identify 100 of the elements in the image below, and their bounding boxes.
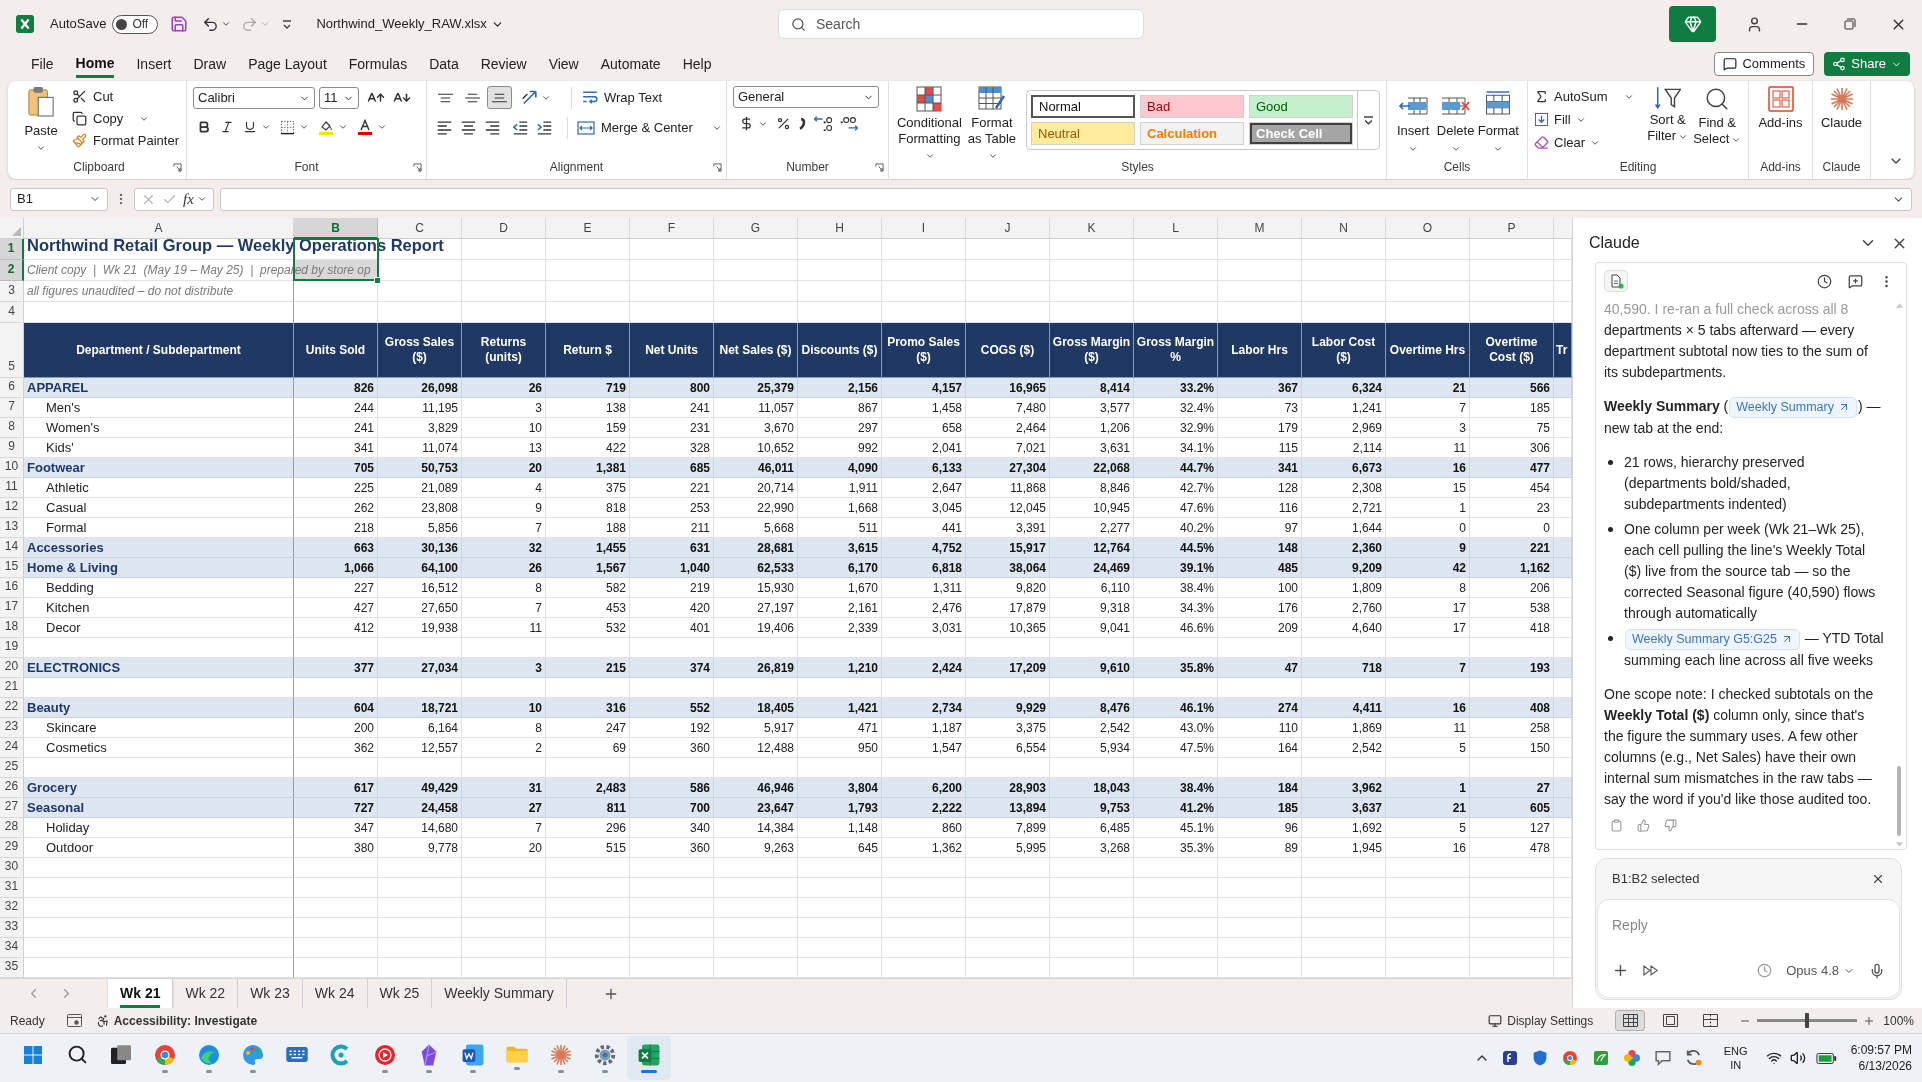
reply-field[interactable]: Reply <box>1612 906 1885 944</box>
sheet-link[interactable]: Weekly Summary <box>1729 396 1857 418</box>
align-left-icon[interactable] <box>437 121 452 135</box>
microphone-icon[interactable] <box>1869 962 1885 979</box>
sort-filter-button[interactable]: Sort & Filter <box>1642 86 1693 144</box>
volume-icon[interactable] <box>1789 1050 1806 1066</box>
battery-icon[interactable] <box>1815 1052 1837 1064</box>
name-box[interactable]: B1 <box>10 187 108 211</box>
font-color-icon[interactable] <box>357 119 373 135</box>
formula-input[interactable] <box>219 187 1912 211</box>
row-number[interactable]: 8 <box>0 418 24 438</box>
fill-handle[interactable] <box>374 277 381 284</box>
row-number[interactable]: 14 <box>0 538 24 558</box>
merge-center-button[interactable]: Merge & Center <box>577 118 693 138</box>
row-number[interactable]: 26 <box>0 778 24 798</box>
find-select-button[interactable]: Find & Select <box>1692 86 1742 147</box>
language-indicator[interactable]: ENG <box>1723 1044 1748 1058</box>
bold-icon[interactable] <box>197 120 211 134</box>
menu-tab[interactable]: Page Layout <box>237 50 338 78</box>
macro-record-icon[interactable] <box>66 1014 82 1027</box>
row-number[interactable]: 29 <box>0 838 24 858</box>
insert-function-button[interactable]: fx <box>183 187 194 211</box>
delete-cells-button[interactable]: Delete <box>1435 86 1476 156</box>
column-header[interactable]: F <box>630 218 714 239</box>
thumbs-up-icon[interactable] <box>1637 818 1650 832</box>
menu-tab[interactable]: View <box>537 50 590 78</box>
caret-icon[interactable] <box>221 19 232 29</box>
increase-indent-icon[interactable] <box>537 121 552 135</box>
thumbs-down-icon[interactable] <box>1664 818 1677 832</box>
caret-icon[interactable] <box>299 122 309 132</box>
column-header[interactable]: O <box>1386 218 1470 239</box>
dialog-launcher-icon[interactable] <box>173 162 182 172</box>
column-header[interactable]: E <box>546 218 630 239</box>
caret-icon[interactable] <box>1408 144 1419 154</box>
row-number[interactable]: 12 <box>0 498 24 518</box>
accessibility-button[interactable]: Accessibility: Investigate <box>95 1011 258 1030</box>
row-number[interactable]: 4 <box>0 302 24 323</box>
increase-decimal-icon[interactable] <box>814 116 832 131</box>
spreadsheet-logo-icon[interactable] <box>16 15 34 33</box>
zoom-in-icon[interactable] <box>1863 1014 1876 1027</box>
slider-thumb[interactable] <box>1805 1013 1810 1028</box>
comma-style-icon[interactable] <box>799 117 806 130</box>
decrease-decimal-icon[interactable] <box>840 116 858 131</box>
shield-icon[interactable] <box>1532 1050 1547 1066</box>
number-format-field[interactable]: General <box>733 86 879 108</box>
tile-app-icon[interactable] <box>1501 1050 1518 1066</box>
new-chat-icon[interactable] <box>1848 273 1863 289</box>
row-number[interactable]: 23 <box>0 718 24 738</box>
dialog-launcher-icon[interactable] <box>713 162 722 172</box>
wifi-icon[interactable] <box>1765 1050 1782 1066</box>
row-number[interactable]: 6 <box>0 378 24 398</box>
copy-icon[interactable] <box>1610 818 1623 832</box>
row-number[interactable]: 34 <box>0 938 24 958</box>
row-number[interactable]: 19 <box>0 638 24 658</box>
column-header[interactable]: K <box>1050 218 1134 239</box>
column-header[interactable]: N <box>1302 218 1386 239</box>
row-number[interactable]: 16 <box>0 578 24 598</box>
sync-icon[interactable] <box>1685 1050 1702 1066</box>
currency-icon[interactable] <box>739 116 754 131</box>
row-number[interactable]: 28 <box>0 818 24 838</box>
format-cells-button[interactable]: Format <box>1477 86 1519 156</box>
row-number[interactable]: 35 <box>0 958 24 978</box>
row-number[interactable]: 22 <box>0 698 24 718</box>
caret-icon[interactable] <box>377 122 387 132</box>
font-size-field[interactable]: 11 <box>319 87 359 109</box>
menu-tab[interactable]: Draw <box>182 50 238 78</box>
autosum-button[interactable]: AutoSum <box>1534 86 1643 107</box>
model-picker[interactable]: Opus 4.8 <box>1786 960 1855 981</box>
row-number[interactable]: 20 <box>0 658 24 678</box>
copy-button[interactable]: Copy <box>72 108 179 129</box>
row-number[interactable]: 13 <box>0 518 24 538</box>
menu-tab[interactable]: Insert <box>125 50 183 78</box>
menu-tab[interactable]: Automate <box>589 50 672 78</box>
history-icon[interactable] <box>1817 273 1832 289</box>
row-number[interactable]: 24 <box>0 738 24 758</box>
row-number[interactable]: 30 <box>0 858 24 878</box>
view-button[interactable] <box>1615 1010 1646 1031</box>
fast-forward-icon[interactable] <box>1643 965 1659 976</box>
document-status-icon[interactable] <box>1604 270 1628 292</box>
caret-icon[interactable] <box>711 123 722 133</box>
row-number[interactable]: 1 <box>0 239 24 260</box>
row-number[interactable]: 27 <box>0 798 24 818</box>
row-number[interactable]: 25 <box>0 758 24 778</box>
column-header[interactable]: P <box>1470 218 1554 239</box>
row-number[interactable]: 21 <box>0 678 24 698</box>
cell-style-option[interactable]: Normal <box>1031 95 1135 118</box>
menu-tab[interactable]: Formulas <box>337 50 419 78</box>
display-settings-button[interactable]: Display Settings <box>1488 1011 1594 1030</box>
column-header[interactable]: J <box>966 218 1050 239</box>
borders-icon[interactable] <box>280 119 295 135</box>
menu-tab[interactable]: Data <box>418 50 470 78</box>
menu-tab[interactable]: File <box>20 50 65 78</box>
file-name-button[interactable]: Northwind_Weekly_RAW.xlsx <box>316 14 504 34</box>
insert-cells-button[interactable]: Insert <box>1393 86 1434 156</box>
leaf-tile-icon[interactable] <box>1592 1050 1609 1066</box>
autosave-toggle[interactable]: Off <box>112 14 159 34</box>
row-number[interactable]: 18 <box>0 618 24 638</box>
format-painter-button[interactable]: Format Painter <box>72 130 179 151</box>
caret-icon[interactable] <box>196 194 207 204</box>
conditional-formatting-button[interactable]: Conditional Formatting <box>895 86 964 163</box>
